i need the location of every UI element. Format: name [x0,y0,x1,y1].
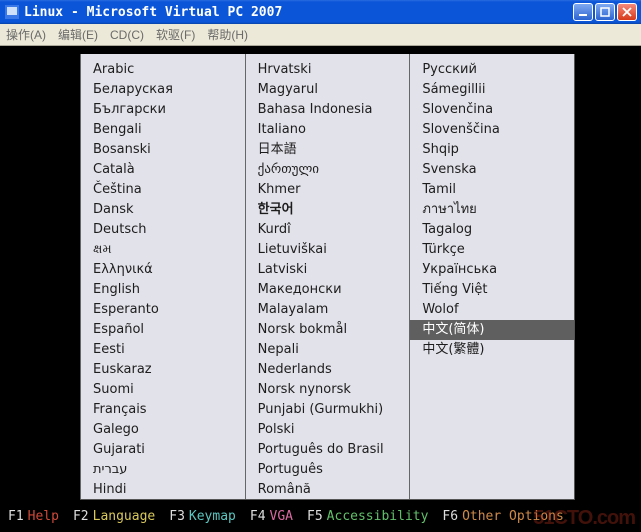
language-option[interactable]: 中文(简体) [410,320,574,340]
minimize-button[interactable] [573,3,593,21]
language-option[interactable]: Shqip [410,140,574,160]
window-title: Linux - Microsoft Virtual PC 2007 [24,5,573,20]
language-option[interactable]: Galego [81,420,245,440]
menu-edit[interactable]: 编辑(E) [58,26,98,43]
fkey-f1[interactable]: F1Help [8,509,59,524]
language-option[interactable]: 한국어 [246,200,410,220]
language-option[interactable]: Türkçe [410,240,574,260]
language-option[interactable]: Esperanto [81,300,245,320]
menu-cd[interactable]: CD(C) [110,28,144,42]
language-option[interactable]: Suomi [81,380,245,400]
language-option[interactable]: Slovenčina [410,100,574,120]
language-option[interactable]: Deutsch [81,220,245,240]
language-option[interactable]: Български [81,100,245,120]
language-option[interactable]: ქართული [246,160,410,180]
language-option[interactable]: Português [246,460,410,480]
menu-floppy[interactable]: 软驱(F) [156,26,195,43]
language-selector-panel: ArabicБеларускаяБългарскиBengaliBosanski… [80,54,575,500]
language-option[interactable]: Română [246,480,410,499]
vm-screen: ArabicБеларускаяБългарскиBengaliBosanski… [0,46,641,532]
fkey-f5[interactable]: F5Accessibility [307,509,428,524]
language-option[interactable]: Gujarati [81,440,245,460]
language-option[interactable]: Magyarul [246,80,410,100]
language-option[interactable]: Norsk nynorsk [246,380,410,400]
language-option[interactable]: Tiếng Việt [410,280,574,300]
menu-actions[interactable]: 操作(A) [6,26,46,43]
language-option[interactable]: Bahasa Indonesia [246,100,410,120]
language-option[interactable]: Euskaraz [81,360,245,380]
language-option[interactable]: 中文(繁體) [410,340,574,360]
language-option[interactable]: Hrvatski [246,60,410,80]
language-option[interactable]: Malayalam [246,300,410,320]
menubar: 操作(A) 编辑(E) CD(C) 软驱(F) 帮助(H) [0,24,641,46]
language-option[interactable]: ภาษาไทย [410,200,574,220]
language-option[interactable]: Українська [410,260,574,280]
watermark: 51CTO.com [533,507,635,530]
language-option[interactable]: Eesti [81,340,245,360]
close-button[interactable] [617,3,637,21]
language-option[interactable]: Hindi [81,480,245,499]
language-option[interactable]: Português do Brasil [246,440,410,460]
language-option[interactable]: עברית [81,460,245,480]
language-option[interactable]: Tamil [410,180,574,200]
language-option[interactable]: Punjabi (Gurmukhi) [246,400,410,420]
window-titlebar: Linux - Microsoft Virtual PC 2007 [0,0,641,24]
language-option[interactable]: Sámegillii [410,80,574,100]
language-option[interactable]: Bosanski [81,140,245,160]
app-icon [4,4,20,20]
language-option[interactable]: Norsk bokmål [246,320,410,340]
language-option[interactable]: Kurdî [246,220,410,240]
language-column-2: HrvatskiMagyarulBahasa IndonesiaItaliano… [245,54,410,499]
language-option[interactable]: Русский [410,60,574,80]
language-option[interactable]: Italiano [246,120,410,140]
language-option[interactable]: Latviski [246,260,410,280]
language-option[interactable]: Čeština [81,180,245,200]
language-option[interactable]: Arabic [81,60,245,80]
language-option[interactable]: Français [81,400,245,420]
language-column-1: ArabicБеларускаяБългарскиBengaliBosanski… [80,54,245,499]
language-option[interactable]: Македонски [246,280,410,300]
language-option[interactable]: Lietuviškai [246,240,410,260]
language-option[interactable]: ક્ષમ [81,240,245,260]
language-option[interactable]: Ελληνικά [81,260,245,280]
language-option[interactable]: Беларуская [81,80,245,100]
language-option[interactable]: Nederlands [246,360,410,380]
fkey-f4[interactable]: F4VGA [250,509,293,524]
language-option[interactable]: English [81,280,245,300]
language-option[interactable]: Bengali [81,120,245,140]
language-option[interactable]: Khmer [246,180,410,200]
language-option[interactable]: Polski [246,420,410,440]
maximize-button[interactable] [595,3,615,21]
window-buttons [573,3,637,21]
language-option[interactable]: Dansk [81,200,245,220]
language-option[interactable]: 日本語 [246,140,410,160]
menu-help[interactable]: 帮助(H) [207,26,248,43]
fkey-f2[interactable]: F2Language [73,509,155,524]
language-option[interactable]: Wolof [410,300,574,320]
language-option[interactable]: Slovenščina [410,120,574,140]
language-column-3: РусскийSámegilliiSlovenčinaSlovenščinaSh… [409,54,574,499]
language-option[interactable]: Nepali [246,340,410,360]
language-option[interactable]: Català [81,160,245,180]
language-option[interactable]: Español [81,320,245,340]
language-option[interactable]: Svenska [410,160,574,180]
function-key-bar: F1Help F2Language F3Keymap F4VGA F5Accessibi… [8,509,564,524]
language-option[interactable]: Tagalog [410,220,574,240]
fkey-f3[interactable]: F3Keymap [169,509,236,524]
